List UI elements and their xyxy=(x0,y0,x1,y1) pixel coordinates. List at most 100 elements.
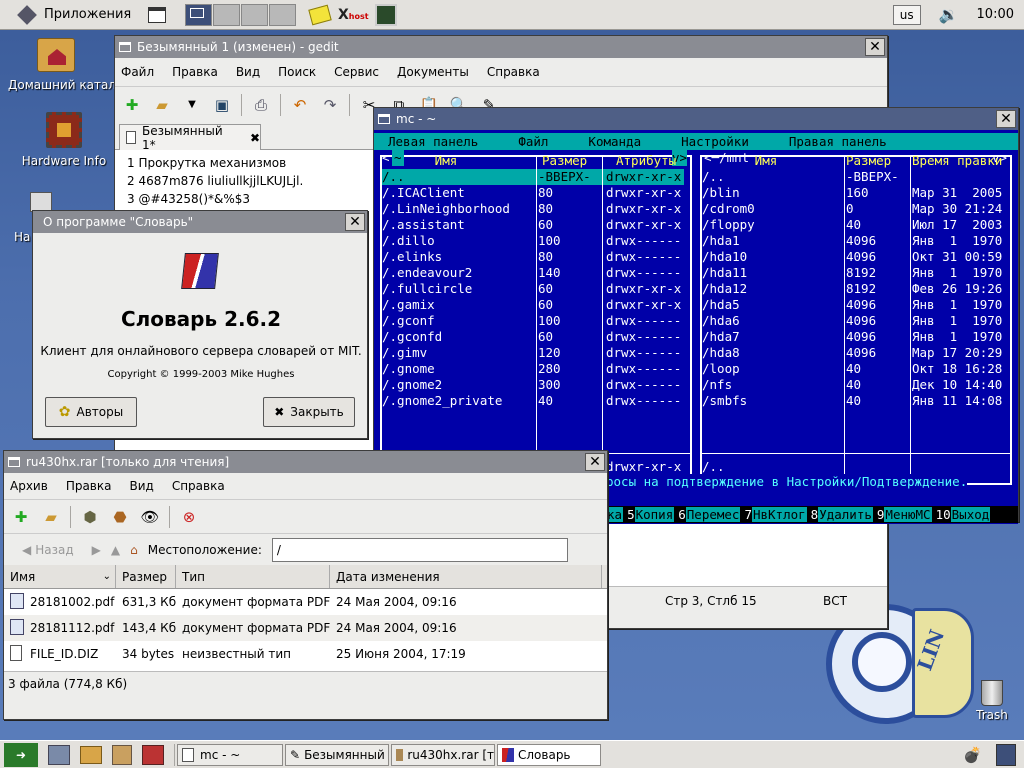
mc-menu-command[interactable]: Команда xyxy=(588,134,641,149)
menu-view[interactable]: Вид xyxy=(236,65,260,79)
mc-menu-options[interactable]: Настройки xyxy=(681,134,749,149)
close-button[interactable]: ✖ Закрыть xyxy=(263,397,355,427)
menu-view[interactable]: Вид xyxy=(129,479,153,493)
task-dictionary[interactable]: Словарь xyxy=(497,743,601,766)
mc-right-file-name[interactable]: /nfs xyxy=(702,377,732,393)
volume-control[interactable]: 🔉 xyxy=(939,0,959,29)
back-button[interactable]: ◀ Назад xyxy=(22,543,74,557)
keyboard-indicator[interactable]: us xyxy=(892,0,921,29)
column-name[interactable]: Имя ⌄ xyxy=(4,565,116,588)
workspace-mini-icon[interactable] xyxy=(996,743,1016,766)
mc-left-file-name[interactable]: /.gconfd xyxy=(382,329,442,345)
menu-tools[interactable]: Сервис xyxy=(334,65,379,79)
add-files-icon[interactable]: ⬢ xyxy=(79,506,101,528)
menu-edit[interactable]: Правка xyxy=(66,479,112,493)
open-folder-icon[interactable]: ▰ xyxy=(40,506,62,528)
table-row[interactable]: FILE_ID.DIZ 34 bytes неизвестный тип 25 … xyxy=(4,641,607,667)
clock[interactable]: 10:00 xyxy=(977,0,1014,29)
task-mc[interactable]: mc - ~ xyxy=(177,743,283,766)
logout-icon[interactable]: ➜ xyxy=(4,742,38,767)
mc-left-file-name[interactable]: /.fullcircle xyxy=(382,281,472,297)
mc-fkey[interactable]: 9 МенюМС xyxy=(877,507,932,522)
mc-right-file-name[interactable]: /blin xyxy=(702,185,740,201)
mc-right-file-name[interactable]: /hda8 xyxy=(702,345,740,361)
editor-launcher-icon[interactable] xyxy=(112,744,132,765)
close-icon[interactable]: ✕ xyxy=(865,38,885,56)
about-titlebar[interactable]: О программе "Словарь" ✕ xyxy=(33,211,367,233)
applications-menu[interactable]: Приложения xyxy=(0,0,140,29)
mc-left-file-name[interactable]: /.dillo xyxy=(382,233,435,249)
mc-right-file-name[interactable]: /hda1 xyxy=(702,233,740,249)
mc-right-file-name[interactable]: /loop xyxy=(702,361,740,377)
forward-arrow-icon[interactable]: ▶ xyxy=(92,543,101,557)
menu-archive[interactable]: Архив xyxy=(10,479,48,493)
menu-help[interactable]: Справка xyxy=(172,479,225,493)
mc-left-file-name[interactable]: /.gamix xyxy=(382,297,435,313)
mc-right-file-name[interactable]: /cdrom0 xyxy=(702,201,755,217)
close-icon[interactable]: ✕ xyxy=(996,110,1016,128)
show-desktop-button[interactable] xyxy=(148,0,166,29)
mc-left-file-name[interactable]: /.assistant xyxy=(382,217,465,233)
view-icon[interactable]: 👁 xyxy=(139,506,161,528)
gedit-titlebar[interactable]: Безымянный 1 (изменен) - gedit ✕ xyxy=(115,36,887,58)
tab-document[interactable]: Безымянный 1* ✖ xyxy=(119,124,261,152)
extract-icon[interactable]: ⬣ xyxy=(109,506,131,528)
up-arrow-icon[interactable]: ▲ xyxy=(111,543,120,557)
mc-left-file-name[interactable]: /.gnome2 xyxy=(382,377,442,393)
launcher-icon[interactable] xyxy=(48,744,70,765)
mc-left-file-name[interactable]: /.ICAClient xyxy=(382,185,465,201)
save-icon[interactable]: ▣ xyxy=(211,94,233,116)
mc-left-file-name[interactable]: /.LinNeighborhood xyxy=(382,201,510,217)
mc-fkey[interactable]: 10 Выход xyxy=(936,507,991,522)
home-icon[interactable]: ⌂ xyxy=(130,543,138,557)
new-document-icon[interactable]: ✚ xyxy=(121,94,143,116)
desktop-icon-home[interactable]: Домашний катало xyxy=(0,38,123,92)
mc-right-file-name[interactable]: /hda12 xyxy=(702,281,747,297)
mc-fkey[interactable]: 5 Копия xyxy=(627,507,675,522)
folder-launcher-icon[interactable] xyxy=(80,745,102,764)
mc-left-file-name[interactable]: /.gnome2_private xyxy=(382,393,502,409)
authors-button[interactable]: ✿ Авторы xyxy=(45,397,137,427)
task-gedit[interactable]: ✎ Безымянный xyxy=(285,743,389,766)
print-icon[interactable]: ⎙ xyxy=(250,94,272,116)
mc-menu-left[interactable]: Левая панель xyxy=(388,134,478,149)
mc-right-file-name[interactable]: /hda10 xyxy=(702,249,747,265)
redo-icon[interactable]: ↷ xyxy=(319,94,341,116)
mc-menu-file[interactable]: Файл xyxy=(518,134,548,149)
mc-left-file-name[interactable]: /.gconf xyxy=(382,313,435,329)
table-row[interactable]: 28181002.pdf 631,3 Кб документ формата P… xyxy=(4,589,607,615)
mc-right-file-name[interactable]: /hda6 xyxy=(702,313,740,329)
mc-right-file-name[interactable]: /hda11 xyxy=(702,265,747,281)
workspace-2[interactable] xyxy=(213,3,240,26)
desktop-icon-hardware[interactable]: Hardware Info xyxy=(20,112,108,168)
screenshot-launcher-icon[interactable] xyxy=(142,744,164,765)
workspace-4[interactable] xyxy=(269,3,296,26)
stop-icon[interactable]: ⊗ xyxy=(178,506,200,528)
mc-fkey[interactable]: ка xyxy=(606,507,624,522)
new-archive-icon[interactable]: ✚ xyxy=(10,506,32,528)
undo-icon[interactable]: ↶ xyxy=(289,94,311,116)
column-type[interactable]: Тип xyxy=(176,565,330,588)
mc-left-file-name[interactable]: /.endeavour2 xyxy=(382,265,472,281)
bomb-icon[interactable]: 💣 xyxy=(963,746,982,764)
launcher-notes[interactable] xyxy=(308,0,332,29)
mc-right-file-name[interactable]: /hda7 xyxy=(702,329,740,345)
menu-edit[interactable]: Правка xyxy=(172,65,218,79)
launcher-xhost[interactable]: Xhost xyxy=(338,0,369,29)
menu-file[interactable]: Файл xyxy=(121,65,154,79)
window-menu-icon[interactable] xyxy=(378,114,390,124)
mc-menu-right[interactable]: Правая панель xyxy=(789,134,887,149)
mc-left-file-name[interactable]: /.. xyxy=(382,169,405,185)
mc-left-file-name[interactable]: /.elinks xyxy=(382,249,442,265)
open-folder-icon[interactable]: ▰ xyxy=(151,94,173,116)
close-icon[interactable]: ✕ xyxy=(345,213,365,231)
mc-right-file-name[interactable]: /floppy xyxy=(702,217,755,233)
workspace-switcher[interactable] xyxy=(184,0,296,29)
mc-fkey[interactable]: 8 Удалить xyxy=(811,507,873,522)
window-menu-icon[interactable] xyxy=(8,457,20,467)
tab-close-icon[interactable]: ✖ xyxy=(250,131,260,145)
mc-left-file-name[interactable]: /.gimv xyxy=(382,345,427,361)
archive-titlebar[interactable]: ru430hx.rar [только для чтения] ✕ xyxy=(4,451,607,473)
menu-documents[interactable]: Документы xyxy=(397,65,469,79)
close-icon[interactable]: ✕ xyxy=(585,453,605,471)
